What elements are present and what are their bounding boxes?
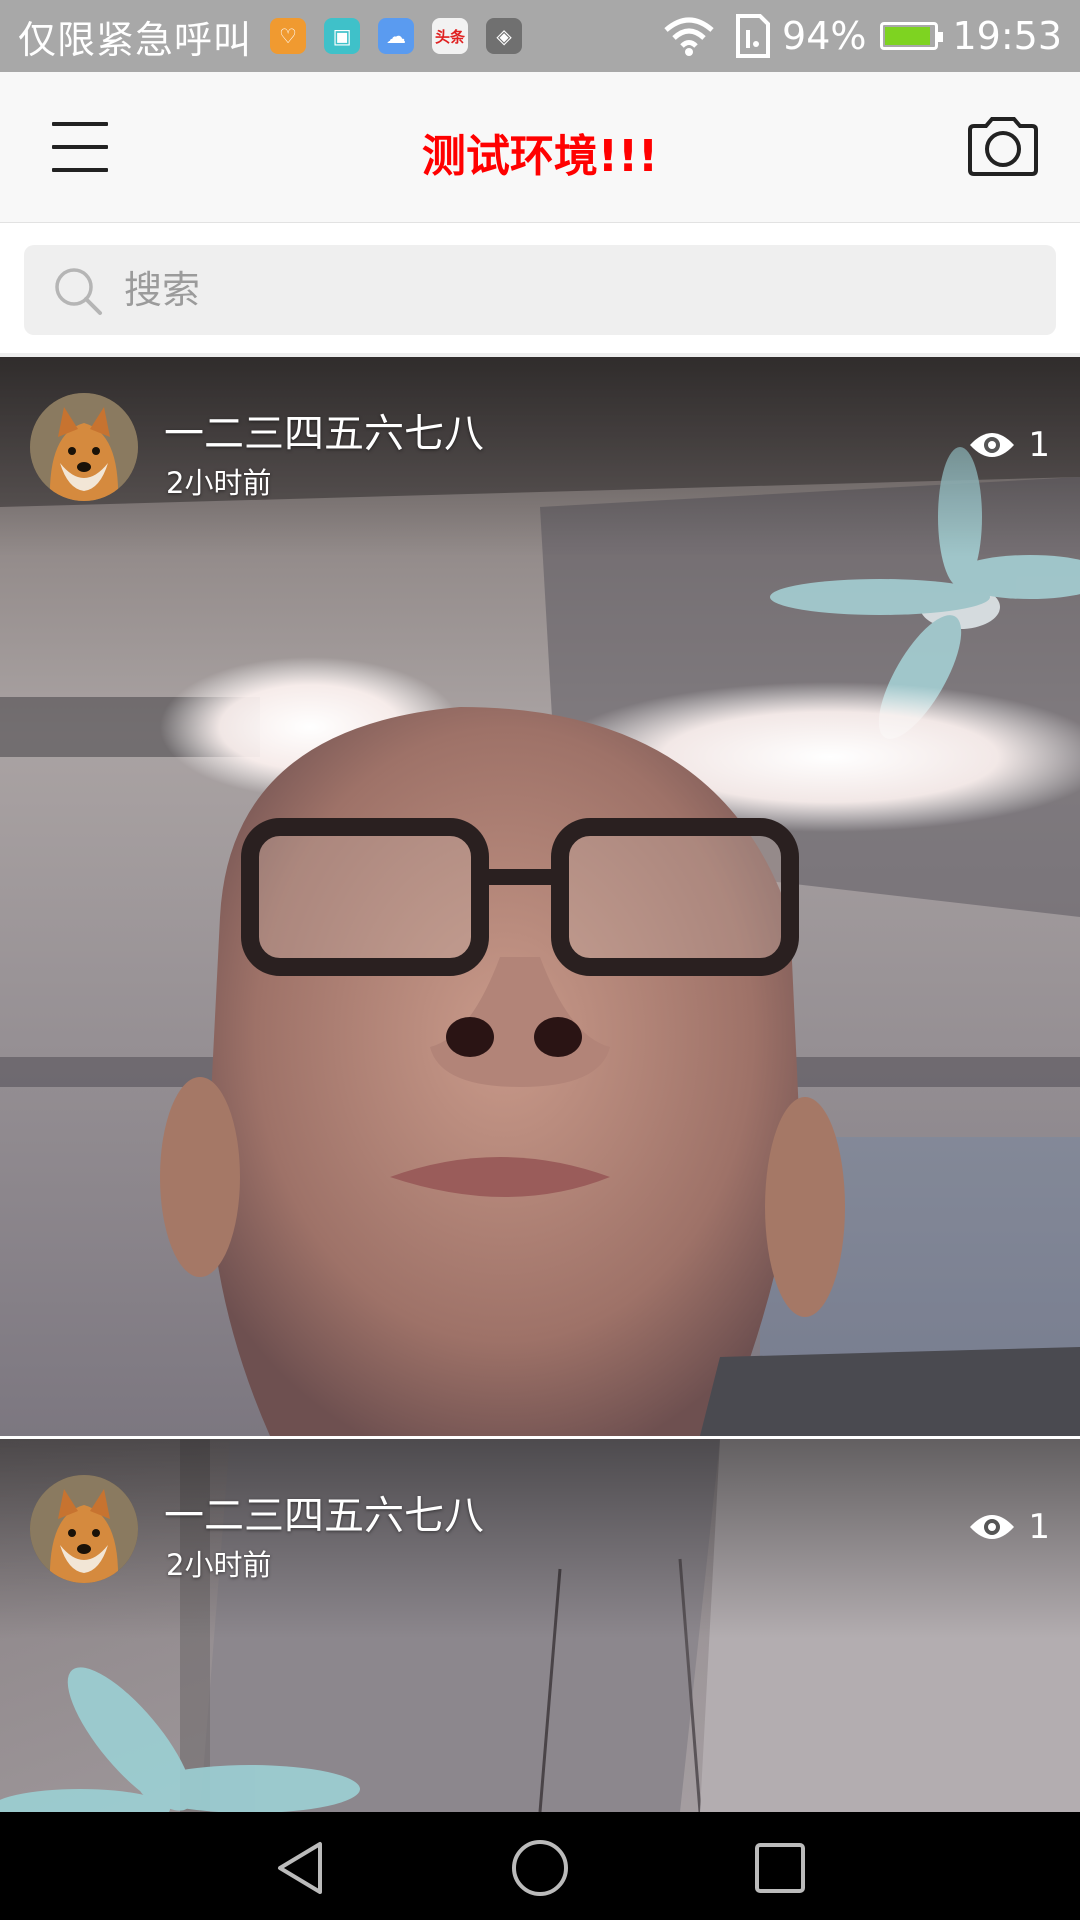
avatar[interactable] [30,1475,138,1583]
view-count-value: 1 [1028,1507,1050,1547]
eye-icon [970,433,1015,457]
recents-icon[interactable] [750,1838,810,1898]
title-bar: 测试环境!!! [0,72,1080,223]
battery-icon [880,22,944,50]
video-feed: 一二三四五六七八 2小时前 1 一二三四五六七八 2小时前 1 [0,357,1080,1812]
page-title: 测试环境!!! [421,131,659,182]
search-bar [0,223,1080,357]
cloud-app-icon: ☁ [378,18,415,54]
wifi-icon [664,17,714,56]
post-header: 一二三四五六七八 2小时前 1 [0,357,1080,507]
feed-card[interactable]: 一二三四五六七八 2小时前 1 [0,357,1080,1436]
shield-app-icon: ◈ [486,18,523,54]
status-bar: 仅限紧急呼叫 ♡ ▣ ☁ 头条 ◈ 94% 19:53 [0,0,1080,72]
camera-icon[interactable] [966,116,1040,178]
sim-card-icon [736,14,771,58]
view-count-value: 1 [1028,425,1050,465]
post-thumbnail [0,357,1080,1436]
android-app-icon: ▣ [324,18,361,54]
carrier-label: 仅限紧急呼叫 [18,17,253,62]
toutiao-app-icon: 头条 [432,18,469,54]
eye-icon [970,1515,1015,1539]
author-name: 一二三四五六七八 [164,411,484,457]
back-icon[interactable] [272,1838,332,1898]
post-time: 2小时前 [166,466,272,500]
avatar[interactable] [30,393,138,501]
search-input[interactable] [124,245,1004,335]
author-name: 一二三四五六七八 [164,1493,484,1539]
shiba-dog-avatar-image [30,1475,138,1583]
status-bar-right: 94% 19:53 [662,0,1062,72]
post-header: 一二三四五六七八 2小时前 1 [0,1439,1080,1589]
search-icon [55,268,102,315]
system-nav-bar [0,1812,1080,1920]
search-box[interactable] [24,245,1056,335]
shiba-dog-avatar-image [30,393,138,501]
view-count: 1 [968,425,1050,465]
battery-percent: 94% [782,14,867,58]
post-time: 2小时前 [166,1548,272,1582]
view-count: 1 [968,1507,1050,1547]
status-bar-left: 仅限紧急呼叫 ♡ ▣ ☁ 头条 ◈ [18,0,523,72]
home-icon[interactable] [510,1838,570,1898]
health-app-icon: ♡ [270,18,307,54]
feed-card[interactable]: 一二三四五六七八 2小时前 1 [0,1439,1080,1812]
clock: 19:53 [952,14,1062,58]
